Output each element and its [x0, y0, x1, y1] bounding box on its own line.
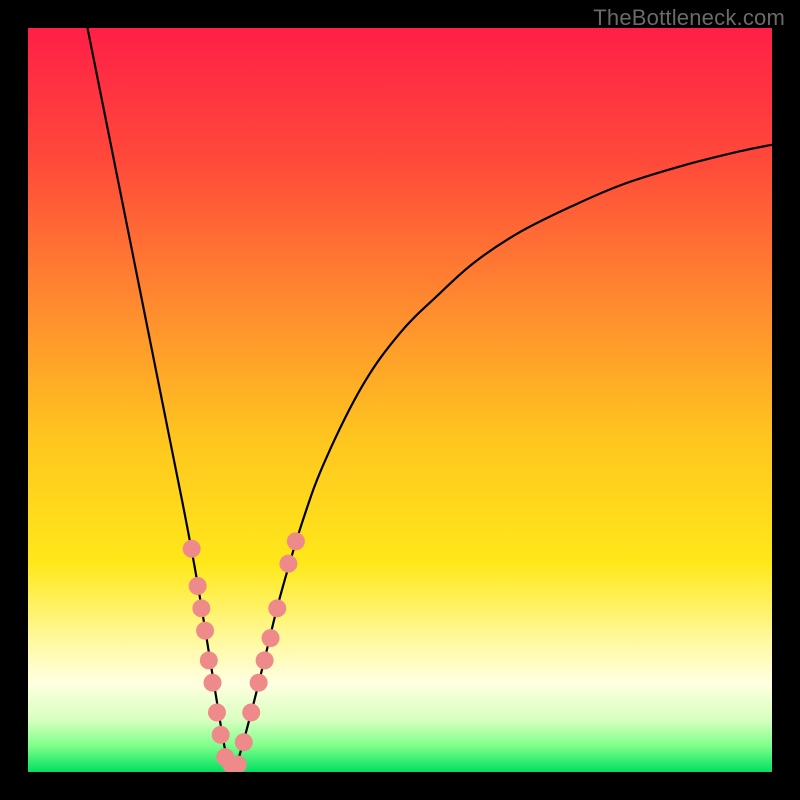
highlight-point [279, 555, 297, 573]
highlight-point [208, 703, 226, 721]
highlight-point [242, 703, 260, 721]
highlight-point [189, 577, 207, 595]
highlight-point [250, 674, 268, 692]
watermark-text: TheBottleneck.com [593, 5, 785, 31]
highlight-point [268, 599, 286, 617]
highlight-point [196, 622, 214, 640]
highlight-point [262, 629, 280, 647]
highlight-point [212, 726, 230, 744]
highlight-point [183, 540, 201, 558]
gradient-background [28, 28, 772, 772]
highlight-point [235, 733, 253, 751]
plot-area [28, 28, 772, 772]
highlight-point [200, 651, 218, 669]
highlight-point [192, 599, 210, 617]
highlight-point [204, 674, 222, 692]
chart-frame: TheBottleneck.com [0, 0, 800, 800]
bottleneck-chart [28, 28, 772, 772]
highlight-point [287, 532, 305, 550]
highlight-point [256, 651, 274, 669]
